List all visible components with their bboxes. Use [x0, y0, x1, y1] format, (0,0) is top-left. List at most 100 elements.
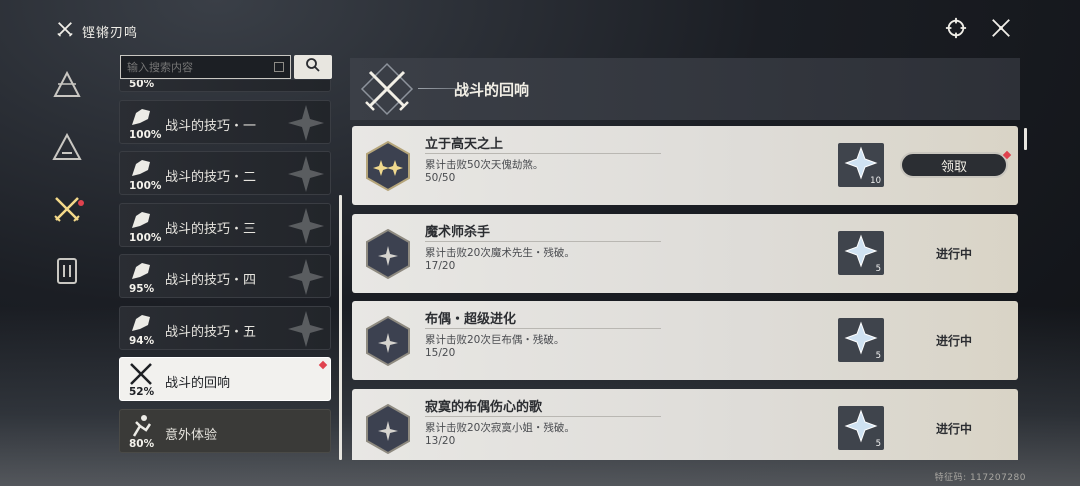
rail-item-exploration[interactable] [44, 126, 90, 172]
achievement-progress: 17/20 [425, 259, 456, 272]
page-title: 铿锵刃鸣 [82, 25, 139, 41]
reward-quantity: 5 [875, 438, 881, 449]
achievement-title: 布偶・超级进化 [425, 312, 517, 327]
category-label: 战斗的技巧・二 [165, 170, 257, 185]
notification-dot [318, 360, 328, 370]
category-percent: 80% [129, 437, 155, 450]
player-uid: 特征码: 117207280 [934, 473, 1026, 483]
achievement-card: 寂寞的布偶伤心的歌 累计击败20次寂寞小姐・残破。 13/20 5 进行中 [352, 388, 1018, 460]
category-scrollbar[interactable] [339, 195, 342, 460]
fist-icon [126, 208, 156, 232]
category-label: 战斗的技巧・四 [165, 273, 257, 288]
star-pattern-icon [288, 259, 324, 295]
category-item[interactable]: 100% 战斗的技巧・三 [119, 202, 331, 247]
search-input[interactable] [127, 60, 274, 74]
fist-icon [126, 259, 156, 283]
category-label: 战斗的技巧・三 [165, 221, 257, 237]
achievement-progress: 50/50 [425, 172, 456, 184]
fist-icon [126, 156, 156, 180]
star-pattern-icon [288, 310, 324, 347]
category-item-active[interactable]: 52% 战斗的回响 [119, 357, 331, 401]
category-percent: 52% [129, 386, 155, 398]
category-percent: 100% [129, 180, 162, 192]
star-crystal-icon [844, 321, 878, 355]
category-percent: 100% [129, 231, 162, 244]
claim-button[interactable]: 领取 [900, 152, 1008, 178]
reward-item[interactable]: 5 [838, 405, 884, 450]
fist-icon [126, 311, 156, 335]
category-percent: 100% [129, 128, 162, 141]
star-crystal-icon [844, 234, 878, 267]
crossed-swords-icon [126, 362, 156, 386]
notification-dot [78, 200, 84, 206]
reward-item[interactable]: 5 [838, 318, 884, 362]
combat-emblem-icon [356, 60, 418, 118]
search-button[interactable] [294, 55, 332, 79]
divider [425, 153, 661, 154]
top-bar: 铿锵刃鸣 [0, 0, 1080, 56]
achievement-description: 累计击败20次巨布偶・残破。 [425, 334, 565, 346]
title-group: 铿锵刃鸣 [56, 20, 138, 42]
reward-item[interactable]: 10 [838, 143, 884, 187]
category-title: 战斗的回响 [454, 81, 530, 99]
running-figure-icon [126, 414, 156, 438]
triangle-emblem-icon [52, 70, 82, 104]
divider [425, 415, 661, 417]
category-label: 意外体验 [165, 427, 218, 443]
achievement-card: 立于高天之上 累计击败50次天傀劫煞。 50/50 10 领取 [352, 126, 1018, 205]
status-label: 进行中 [936, 246, 973, 261]
detail-header: 战斗的回响 [350, 58, 1020, 120]
search-icon [305, 57, 321, 77]
status-label: 进行中 [936, 334, 973, 348]
achievement-description: 累计击败20次魔术先生・残破。 [425, 246, 575, 259]
star-pattern-icon [288, 156, 324, 192]
category-item[interactable]: 80% 意外体验 [119, 408, 331, 453]
crossed-swords-icon [56, 20, 74, 42]
divider [425, 328, 661, 329]
category-percent: 50% [129, 80, 155, 90]
category-item[interactable]: 95% 战斗的技巧・四 [119, 254, 331, 298]
target-icon[interactable] [944, 16, 968, 40]
achievement-progress: 15/20 [425, 347, 456, 359]
category-label: 战斗的技巧・一 [165, 118, 257, 134]
star-pattern-icon [288, 104, 324, 141]
category-percent: 95% [129, 283, 155, 295]
star-crystal-icon [844, 409, 878, 442]
rail-item-overview[interactable] [44, 64, 90, 110]
achievement-badge-icon [366, 228, 410, 279]
star-pattern-icon [288, 207, 324, 244]
search-field[interactable] [120, 55, 291, 79]
achievement-description: 累计击败50次天傀劫煞。 [425, 159, 544, 171]
crossed-swords-icon [52, 194, 82, 228]
achievement-title: 立于高天之上 [425, 137, 504, 152]
edit-icon [274, 62, 284, 72]
category-percent: 94% [129, 334, 155, 347]
star-crystal-icon [844, 146, 878, 180]
achievement-title: 寂寞的布偶伤心的歌 [425, 399, 543, 415]
left-rail [44, 64, 90, 312]
achievement-scrollbar[interactable] [1024, 128, 1027, 150]
status-label: 进行中 [936, 421, 973, 436]
achievement-list: 立于高天之上 累计击败50次天傀劫煞。 50/50 10 领取 魔术师杀手 累计… [352, 126, 1018, 460]
reward-item[interactable]: 5 [838, 230, 884, 275]
achievement-title: 魔术师杀手 [425, 224, 491, 240]
reward-quantity: 5 [875, 263, 881, 274]
rail-item-collection[interactable] [44, 250, 90, 296]
close-icon[interactable] [989, 16, 1013, 40]
reward-quantity: 10 [870, 176, 881, 186]
divider [425, 240, 661, 242]
category-label: 战斗的技巧・五 [165, 324, 257, 340]
achievement-description: 累计击败20次寂寞小姐・残破。 [425, 421, 575, 434]
fist-icon [126, 105, 156, 129]
achievement-badge-icon [366, 403, 410, 454]
category-item[interactable]: 50% [119, 80, 331, 92]
category-item[interactable]: 100% 战斗的技巧・一 [119, 99, 331, 144]
category-item[interactable]: 94% 战斗的技巧・五 [119, 305, 331, 350]
card-icon [52, 256, 82, 290]
achievement-progress: 13/20 [425, 434, 456, 447]
rail-item-combat[interactable] [44, 188, 90, 234]
achievement-badge-icon [366, 315, 410, 367]
achievement-card: 魔术师杀手 累计击败20次魔术先生・残破。 17/20 5 进行中 [352, 213, 1018, 293]
category-item[interactable]: 100% 战斗的技巧・二 [119, 151, 331, 195]
achievement-badge-icon [366, 140, 410, 192]
